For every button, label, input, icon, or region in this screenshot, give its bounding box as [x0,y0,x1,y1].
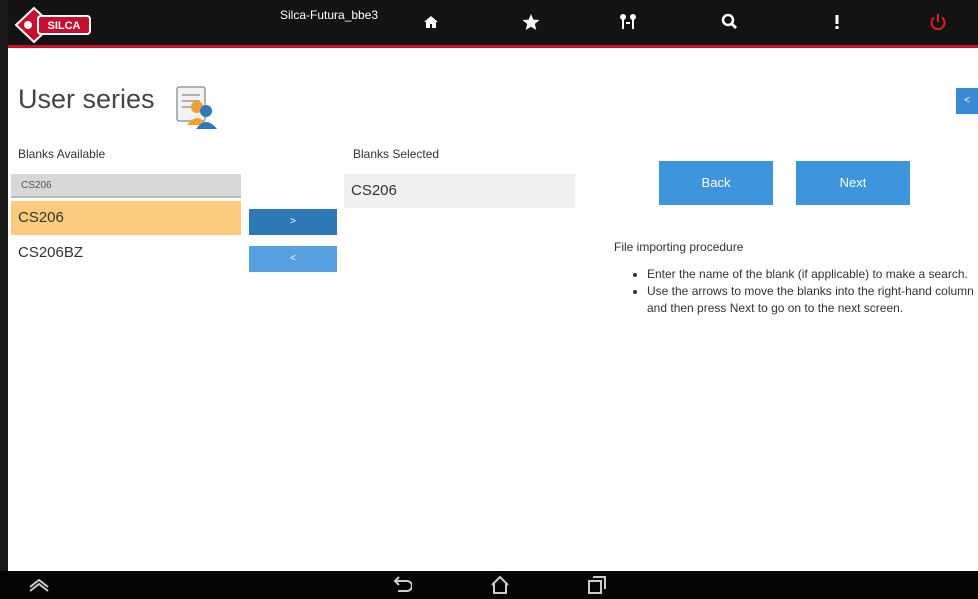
info-icon[interactable] [827,12,847,32]
left-edge-strip [0,0,8,599]
next-button[interactable]: Next [796,161,910,205]
blanks-selected-label: Blanks Selected [353,147,440,161]
logo-text: SILCA [48,20,81,32]
procedure-step: Use the arrows to move the blanks into t… [647,283,978,317]
top-bar: SILCA Silca-Futura_bbe3 [8,0,978,48]
page-title: User series [18,84,155,114]
collapse-panel-button[interactable]: < [956,88,978,114]
blank-search-input[interactable] [11,174,241,198]
available-list-item[interactable]: CS206BZ [11,236,241,270]
procedure-step: Enter the name of the blank (if applicab… [647,266,978,283]
back-button[interactable]: Back [659,161,773,205]
user-document-icon [173,83,219,129]
home-outline-icon[interactable] [489,575,511,595]
blanks-available-label: Blanks Available [18,147,106,161]
star-icon[interactable] [521,12,541,32]
system-navigation-bar [0,571,978,599]
search-icon[interactable] [720,12,740,32]
move-left-button[interactable]: < [249,246,337,272]
back-icon[interactable] [390,575,412,595]
app-title: Silca-Futura_bbe3 [280,8,379,22]
available-list-item[interactable]: CS206 [11,201,241,235]
recent-apps-icon[interactable] [586,575,608,595]
move-right-button[interactable]: > [249,209,337,235]
chevron-up-icon[interactable] [28,575,50,595]
keys-icon[interactable] [618,12,638,32]
home-icon[interactable] [421,12,441,32]
selected-list-item[interactable]: CS206 [344,174,575,208]
silca-logo: SILCA [14,6,94,44]
procedure-title: File importing procedure [614,240,744,254]
procedure-steps: Enter the name of the blank (if applicab… [615,266,978,317]
power-icon[interactable] [928,12,948,32]
